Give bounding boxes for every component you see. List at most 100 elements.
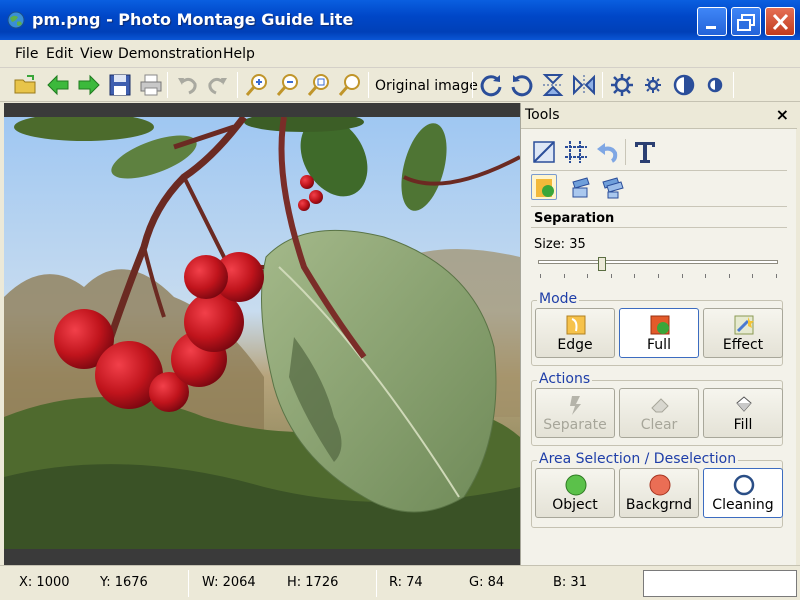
- zoom-fit-icon: [307, 74, 329, 96]
- menu-view[interactable]: View: [80, 46, 113, 62]
- rotate-left-button[interactable]: [509, 72, 535, 98]
- menu-file[interactable]: File: [15, 46, 38, 62]
- size-slider-thumb[interactable]: [598, 257, 606, 271]
- flip-horizontal-icon: [573, 74, 595, 96]
- zoom-out-button[interactable]: [275, 72, 301, 98]
- cleaning-button[interactable]: Cleaning: [703, 468, 783, 518]
- object-button[interactable]: Object: [535, 468, 615, 518]
- menu-help[interactable]: Help: [223, 46, 255, 62]
- rotate-right-icon: [480, 75, 502, 97]
- window-title: pm.png - Photo Montage Guide Lite: [32, 10, 354, 29]
- mode-group: Mode Edge Full Effect: [531, 291, 783, 366]
- status-width: W: 2064: [202, 575, 256, 590]
- separate-label: Separate: [543, 417, 607, 433]
- restore-icon: [737, 14, 755, 31]
- slider-tick: [658, 274, 659, 278]
- tools-divider: [531, 206, 787, 207]
- tools-header: Tools ×: [521, 103, 797, 129]
- maximize-button[interactable]: [731, 7, 761, 36]
- flip-horizontal-button[interactable]: [571, 72, 597, 98]
- berry-photo[interactable]: [4, 117, 520, 549]
- original-image-button[interactable]: Original image: [375, 78, 478, 94]
- brightness-down-button[interactable]: [640, 72, 666, 98]
- tools-divider: [531, 170, 787, 171]
- background-button[interactable]: Backgrnd: [619, 468, 699, 518]
- image-canvas[interactable]: [4, 103, 520, 565]
- tools-separator: [625, 139, 626, 165]
- contrast-down-button[interactable]: [702, 72, 728, 98]
- zoom-in-button[interactable]: [244, 72, 270, 98]
- slider-tick: [610, 274, 612, 278]
- clone-tool-button[interactable]: [599, 174, 625, 200]
- brightness-small-icon: [645, 77, 661, 93]
- effect-mode-button[interactable]: Effect: [703, 308, 783, 358]
- separation-tool-button[interactable]: [531, 174, 557, 200]
- clear-label: Clear: [640, 417, 678, 433]
- full-icon: [650, 315, 670, 335]
- zoom-actual-button[interactable]: [337, 72, 363, 98]
- rotate-left-icon: [511, 75, 533, 97]
- status-green: G: 84: [469, 575, 505, 590]
- clear-button[interactable]: Clear: [619, 388, 699, 438]
- separate-button[interactable]: Separate: [535, 388, 615, 438]
- section-divider: [531, 227, 787, 228]
- zoom-in-icon: [245, 74, 267, 96]
- size-slider-track[interactable]: [538, 260, 778, 264]
- crop-grid-icon: [565, 141, 587, 163]
- print-icon: [140, 74, 162, 96]
- full-label: Full: [647, 337, 671, 353]
- menu-edit[interactable]: Edit: [46, 46, 73, 62]
- contrast-up-button[interactable]: [671, 72, 697, 98]
- tools-panel: Tools × Separation Size: 35 Mode Edge Fu…: [520, 103, 797, 565]
- back-button[interactable]: [45, 72, 71, 98]
- redo-icon: [208, 77, 227, 95]
- close-button[interactable]: [765, 7, 795, 36]
- minimize-button[interactable]: [697, 7, 727, 36]
- tools-title: Tools: [525, 107, 560, 123]
- slider-tick: [634, 274, 636, 278]
- separation-title: Separation: [534, 211, 615, 226]
- fill-label: Fill: [733, 417, 753, 433]
- forward-arrow-icon: [78, 74, 100, 96]
- green-circle-icon: [565, 474, 587, 496]
- resize-icon: [533, 141, 555, 163]
- actions-group-title: Actions: [537, 371, 593, 387]
- forward-button[interactable]: [76, 72, 102, 98]
- effect-label: Effect: [722, 337, 764, 353]
- cleaning-label: Cleaning: [712, 497, 774, 513]
- zoom-fit-button[interactable]: [306, 72, 332, 98]
- crop-resize-button[interactable]: [531, 139, 557, 165]
- eraser-icon: [651, 398, 669, 413]
- object-label: Object: [552, 497, 598, 513]
- status-bar: X: 1000 Y: 1676 W: 2064 H: 1726 R: 74 G:…: [0, 565, 800, 600]
- undo-button[interactable]: [174, 72, 200, 98]
- title-bar: pm.png - Photo Montage Guide Lite: [0, 0, 800, 40]
- save-button[interactable]: [107, 72, 133, 98]
- tools-undo-button[interactable]: [594, 139, 620, 165]
- status-x: X: 1000: [19, 575, 70, 590]
- print-button[interactable]: [138, 72, 164, 98]
- flip-vertical-button[interactable]: [540, 72, 566, 98]
- open-button[interactable]: [13, 72, 39, 98]
- fill-button[interactable]: Fill: [703, 388, 783, 438]
- text-tool-button[interactable]: [632, 139, 658, 165]
- rotate-right-button[interactable]: [478, 72, 504, 98]
- undo-icon: [178, 77, 197, 95]
- edge-mode-button[interactable]: Edge: [535, 308, 615, 358]
- flip-vertical-icon: [542, 74, 564, 96]
- toolbar-separator: [167, 72, 168, 98]
- crop-button[interactable]: [563, 139, 589, 165]
- stamp-icon: [572, 177, 590, 198]
- mode-group-title: Mode: [537, 291, 580, 307]
- toolbar-separator: [472, 72, 473, 98]
- full-mode-button[interactable]: Full: [619, 308, 699, 358]
- close-icon: [772, 13, 789, 31]
- menu-demonstration[interactable]: Demonstration: [118, 46, 222, 62]
- redo-button[interactable]: [205, 72, 231, 98]
- slider-tick: [705, 274, 707, 278]
- contrast-icon: [673, 74, 695, 96]
- app-globe-icon: [7, 11, 25, 29]
- tools-close-button[interactable]: ×: [776, 105, 789, 124]
- brightness-up-button[interactable]: [609, 72, 635, 98]
- mask-tool-button[interactable]: [567, 174, 593, 200]
